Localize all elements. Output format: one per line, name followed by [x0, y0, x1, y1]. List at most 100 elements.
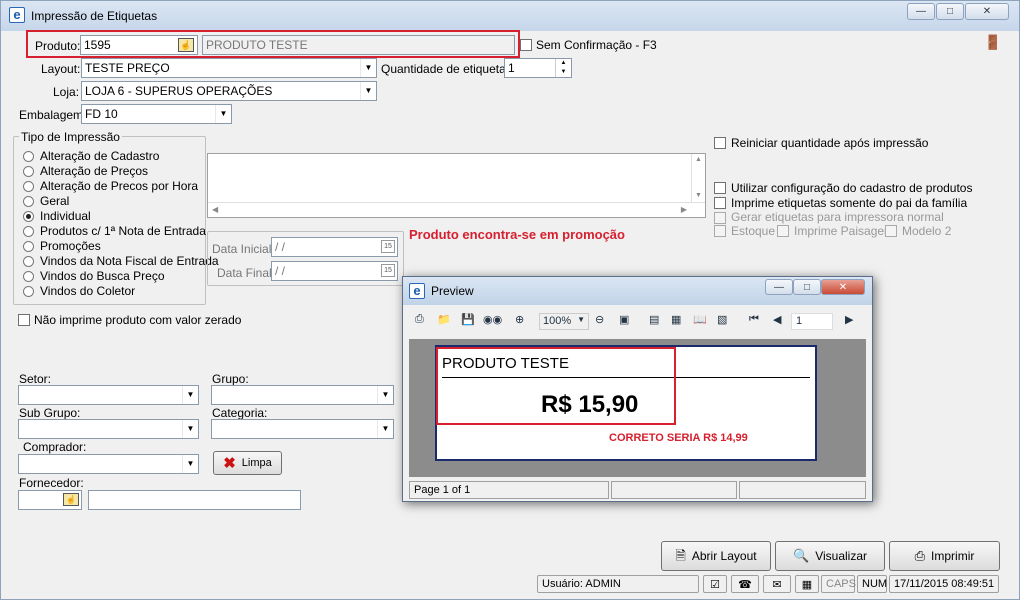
grupo-select[interactable]: ▼	[211, 385, 394, 405]
fornecedor-code-input[interactable]: ☝	[18, 490, 82, 510]
save-icon[interactable]: 💾	[461, 313, 475, 326]
maximize-button[interactable]: □	[936, 3, 964, 20]
paisagem-checkbox[interactable]	[777, 225, 789, 237]
zoom-in-icon[interactable]: ⊕	[515, 313, 524, 326]
exit-door-icon[interactable]: 🚪	[984, 34, 1002, 52]
preview-app-icon: e	[409, 283, 425, 299]
calendar-icon[interactable]: 15	[381, 264, 395, 277]
phone-icon[interactable]: ☎	[731, 575, 759, 593]
page-number-input[interactable]: 1	[791, 313, 833, 330]
calculator-icon[interactable]: ▦	[795, 575, 819, 593]
gerar-normal-checkbox[interactable]	[714, 212, 726, 224]
tipo-radio-1[interactable]	[23, 166, 34, 177]
preview-close-button[interactable]: ✕	[821, 279, 865, 295]
utilizar-config-checkbox[interactable]	[714, 182, 726, 194]
find-binoculars-icon[interactable]: ◉◉	[483, 313, 502, 326]
modelo2-label: Modelo 2	[902, 224, 952, 238]
open-folder-icon[interactable]: 📁	[437, 313, 451, 326]
visualizar-label: Visualizar	[815, 549, 867, 563]
abrir-layout-button[interactable]: 🗎 Abrir Layout	[661, 541, 771, 571]
preview-window: e Preview — □ ✕ ⎙ 📁 💾 ◉◉ ⊕ 100% ▼ ⊖ ▣ ▤ ▦…	[402, 276, 873, 502]
tipo-radio-5[interactable]	[23, 226, 34, 237]
status-bar: Usuário: ADMIN ☑ ☎ ✉ ▦ CAPS NUM 17/11/20…	[1, 573, 1019, 599]
visualizar-button[interactable]: 🔍 Visualizar	[775, 541, 885, 571]
produto-name-field: PRODUTO TESTE	[202, 35, 515, 55]
loja-select[interactable]: LOJA 6 - SUPERUS OPERAÇÕES ▼	[81, 81, 377, 101]
data-inicial-input[interactable]: / / 15	[271, 237, 398, 257]
calendar-check-icon[interactable]: ☑	[703, 575, 727, 593]
tipo-radio-4[interactable]	[23, 211, 34, 222]
comprador-select[interactable]: ▼	[18, 454, 199, 474]
fornecedor-search-icon[interactable]: ☝	[63, 493, 79, 506]
print-icon[interactable]: ⎙	[415, 313, 424, 326]
subgrupo-select[interactable]: ▼	[18, 419, 199, 439]
nao-imprime-checkbox[interactable]	[18, 314, 30, 326]
tipo-option-label: Individual	[40, 209, 91, 223]
tipo-radio-9[interactable]	[23, 286, 34, 297]
first-page-icon[interactable]: ⏮	[749, 313, 759, 326]
paisagem-label: Imprime Paisagem	[794, 224, 895, 238]
zoom-value: 100%	[543, 315, 572, 327]
usuario-status: Usuário: ADMIN	[537, 575, 699, 593]
layout-value: TESTE PREÇO	[85, 61, 170, 75]
multi-page-icon[interactable]: ▦	[671, 313, 681, 326]
data-final-input[interactable]: / / 15	[271, 261, 398, 281]
chevron-down-icon: ▼	[577, 315, 585, 324]
page-setup-icon[interactable]: ▧	[717, 313, 727, 326]
imprimir-button[interactable]: ⎙ Imprimir	[889, 541, 1000, 571]
layout-document-icon: 🗎	[675, 548, 686, 563]
zoom-out-icon[interactable]: ⊖	[595, 313, 604, 326]
tipo-option-label: Produtos c/ 1ª Nota de Entrada	[40, 224, 206, 238]
zoom-select[interactable]: 100% ▼	[539, 313, 589, 330]
app-icon: e	[9, 7, 25, 23]
vertical-scrollbar[interactable]: ▲ ▼	[691, 154, 705, 202]
data-final-label: Data Final:	[217, 266, 276, 280]
mail-icon[interactable]: ✉	[763, 575, 791, 593]
categoria-label: Categoria:	[212, 406, 268, 420]
tipo-option-label: Vindos do Busca Preço	[40, 269, 165, 283]
close-button[interactable]: ✕	[965, 3, 1009, 20]
chevron-down-icon: ▼	[215, 105, 231, 123]
caps-indicator: CAPS	[821, 575, 856, 593]
prev-page-icon[interactable]: ◀	[773, 313, 781, 326]
status-cell	[739, 481, 866, 499]
datetime-status: 17/11/2015 08:49:51	[889, 575, 999, 593]
preview-minimize-button[interactable]: —	[765, 279, 793, 295]
book-icon[interactable]: 📖	[693, 313, 707, 326]
tipo-radio-3[interactable]	[23, 196, 34, 207]
chevron-down-icon: ▼	[182, 386, 198, 404]
grupo-label: Grupo:	[212, 372, 249, 386]
product-search-icon[interactable]: ☝	[178, 38, 194, 52]
tipo-radio-8[interactable]	[23, 271, 34, 282]
limpa-button[interactable]: ✖ Limpa	[213, 451, 282, 475]
notes-textarea[interactable]: ▲ ▼ ◀ ▶	[207, 153, 706, 218]
num-indicator: NUM	[857, 575, 887, 593]
sem-confirmacao-checkbox[interactable]	[520, 39, 532, 51]
horizontal-scrollbar[interactable]: ◀ ▶	[208, 202, 705, 217]
tipo-radio-2[interactable]	[23, 181, 34, 192]
spinner-arrows-icon[interactable]: ▲ ▼	[555, 59, 571, 77]
setor-select[interactable]: ▼	[18, 385, 199, 405]
limpa-label: Limpa	[241, 457, 272, 469]
preview-maximize-button[interactable]: □	[793, 279, 821, 295]
layout-select[interactable]: TESTE PREÇO ▼	[81, 58, 377, 78]
tipo-impressao-title: Tipo de Impressão	[19, 130, 122, 144]
imprime-pai-checkbox[interactable]	[714, 197, 726, 209]
categoria-select[interactable]: ▼	[211, 419, 394, 439]
estoque-checkbox[interactable]	[714, 225, 726, 237]
minimize-button[interactable]: —	[907, 3, 935, 20]
next-page-icon[interactable]: ▶	[845, 313, 853, 326]
tipo-radio-6[interactable]	[23, 241, 34, 252]
tipo-radio-7[interactable]	[23, 256, 34, 267]
estoque-label: Estoque	[731, 224, 776, 238]
tipo-radio-0[interactable]	[23, 151, 34, 162]
tipo-option-label: Vindos da Nota Fiscal de Entrada	[40, 254, 219, 268]
reiniciar-checkbox[interactable]	[714, 137, 726, 149]
calendar-icon[interactable]: 15	[381, 240, 395, 253]
quantidade-spinner[interactable]: 1 ▲ ▼	[504, 58, 572, 78]
fornecedor-name-field[interactable]	[88, 490, 301, 510]
modelo2-checkbox[interactable]	[885, 225, 897, 237]
fit-page-icon[interactable]: ▣	[619, 313, 629, 326]
embalagem-select[interactable]: FD 10 ▼	[81, 104, 232, 124]
single-page-icon[interactable]: ▤	[649, 313, 659, 326]
